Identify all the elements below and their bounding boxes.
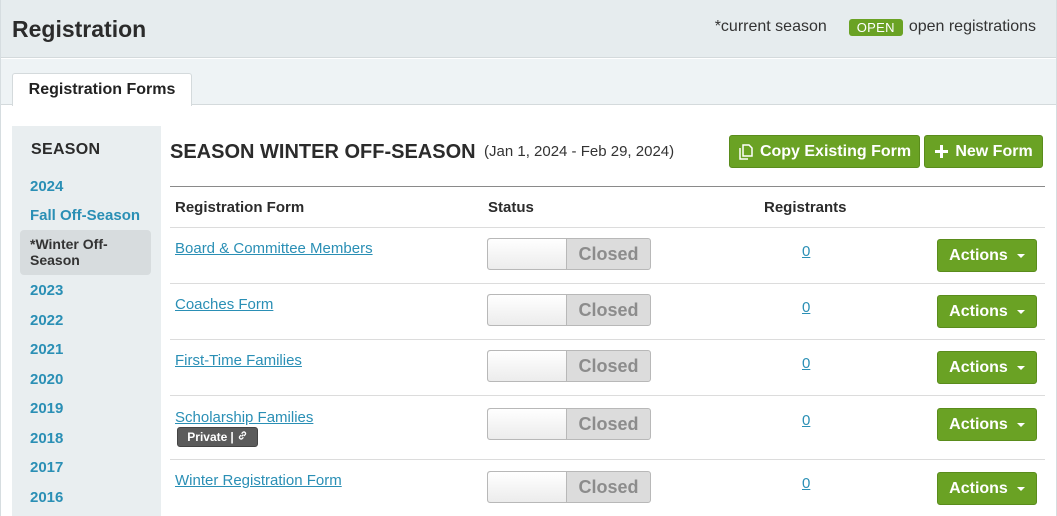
private-badge-label: Private <box>187 430 228 444</box>
caret-down-icon <box>1016 365 1025 370</box>
actions-button[interactable]: Actions <box>937 295 1037 328</box>
plus-icon <box>934 144 949 159</box>
status-label: Closed <box>578 356 639 376</box>
copy-existing-form-label: Copy Existing Form <box>759 142 912 160</box>
actions-button[interactable]: Actions <box>937 239 1037 272</box>
form-link[interactable]: Board & Committee Members <box>175 240 373 257</box>
private-badge[interactable]: Private | <box>177 427 258 447</box>
registrants-count[interactable]: 0 <box>802 299 810 316</box>
status-toggle[interactable]: Closed <box>487 408 651 440</box>
sidebar-item-2018[interactable]: 2018 <box>30 430 63 447</box>
sidebar-item-2022[interactable]: 2022 <box>30 312 63 329</box>
column-header-registrants: Registrants <box>764 199 847 216</box>
toggle-knob <box>488 351 567 381</box>
caret-down-icon <box>1016 486 1025 491</box>
status-toggle[interactable]: Closed <box>487 471 651 503</box>
tab-registration-forms[interactable]: Registration Forms <box>12 73 192 106</box>
table-row: Coaches Form Closed 0 Actions <box>170 283 1045 339</box>
open-badge: OPEN <box>848 18 903 36</box>
header-legend: *current season OPEN open registrations <box>715 18 1036 36</box>
status-toggle[interactable]: Closed <box>487 350 651 382</box>
link-icon <box>237 430 248 444</box>
table-row: First-Time Families Closed 0 Actions <box>170 339 1045 395</box>
table-row: Board & Committee Members Closed 0 Actio… <box>170 227 1045 283</box>
actions-button[interactable]: Actions <box>937 351 1037 384</box>
copy-icon <box>738 143 754 160</box>
header-divider <box>170 186 1045 187</box>
status-label: Closed <box>578 414 639 434</box>
actions-label: Actions <box>949 415 1008 433</box>
form-link[interactable]: First-Time Families <box>175 352 302 369</box>
sidebar-item-2016[interactable]: 2016 <box>30 489 63 506</box>
season-date-range: (Jan 1, 2024 - Feb 29, 2024) <box>484 143 675 160</box>
sidebar-heading: SEASON <box>31 141 101 158</box>
column-header-status: Status <box>488 199 534 216</box>
actions-button[interactable]: Actions <box>937 408 1037 441</box>
status-toggle[interactable]: Closed <box>487 294 651 326</box>
toggle-knob <box>488 472 567 502</box>
actions-label: Actions <box>949 358 1008 376</box>
current-season-note: *current season <box>714 18 827 35</box>
season-title: SEASON WINTER OFF-SEASON <box>170 141 476 163</box>
sidebar-item-2024[interactable]: 2024 <box>30 178 63 195</box>
toggle-knob <box>488 409 567 439</box>
season-sidebar: SEASON 2024 Fall Off-Season *Winter Off-… <box>12 126 161 516</box>
new-form-label: New Form <box>955 142 1033 160</box>
registrants-count[interactable]: 0 <box>802 355 810 372</box>
sidebar-item-winter-off-season[interactable]: *Winter Off-Season <box>20 230 151 275</box>
caret-down-icon <box>1016 309 1025 314</box>
caret-down-icon <box>1016 253 1025 258</box>
table-row: Winter Registration Form Closed 0 Action… <box>170 459 1045 516</box>
sidebar-item-2023[interactable]: 2023 <box>30 282 63 299</box>
status-label: Closed <box>578 244 639 264</box>
registrants-count[interactable]: 0 <box>802 243 810 260</box>
form-link[interactable]: Scholarship Families <box>175 409 313 426</box>
badge-separator: | <box>230 430 234 444</box>
form-link[interactable]: Winter Registration Form <box>175 472 342 489</box>
sidebar-item-2017[interactable]: 2017 <box>30 459 63 476</box>
sidebar-item-fall-off-season[interactable]: Fall Off-Season <box>30 207 140 224</box>
actions-button[interactable]: Actions <box>937 472 1037 505</box>
sidebar-item-2021[interactable]: 2021 <box>30 341 63 358</box>
column-header-registration-form: Registration Form <box>175 199 305 216</box>
registrants-count[interactable]: 0 <box>802 412 810 429</box>
actions-label: Actions <box>949 246 1008 264</box>
main-content: SEASON WINTER OFF-SEASON (Jan 1, 2024 - … <box>170 126 1045 516</box>
toggle-knob <box>488 295 567 325</box>
page-header: Registration *current season OPEN open r… <box>1 0 1056 58</box>
registrants-count[interactable]: 0 <box>802 475 810 492</box>
toggle-knob <box>488 239 567 269</box>
open-registrations-note: open registrations <box>908 18 1036 35</box>
sidebar-item-2020[interactable]: 2020 <box>30 371 63 388</box>
status-toggle[interactable]: Closed <box>487 238 651 270</box>
status-label: Closed <box>578 300 639 320</box>
actions-label: Actions <box>949 479 1008 497</box>
new-form-button[interactable]: New Form <box>924 135 1043 168</box>
sidebar-item-2019[interactable]: 2019 <box>30 400 63 417</box>
page-title: Registration <box>12 16 147 42</box>
table-row: Scholarship Families Private | Closed 0 <box>170 395 1045 459</box>
caret-down-icon <box>1016 422 1025 427</box>
registration-page: Registration *current season OPEN open r… <box>0 0 1057 516</box>
form-link[interactable]: Coaches Form <box>175 296 273 313</box>
copy-existing-form-button[interactable]: Copy Existing Form <box>729 135 920 168</box>
tab-bar: Registration Forms <box>1 59 1056 106</box>
actions-label: Actions <box>949 302 1008 320</box>
status-label: Closed <box>578 477 639 497</box>
